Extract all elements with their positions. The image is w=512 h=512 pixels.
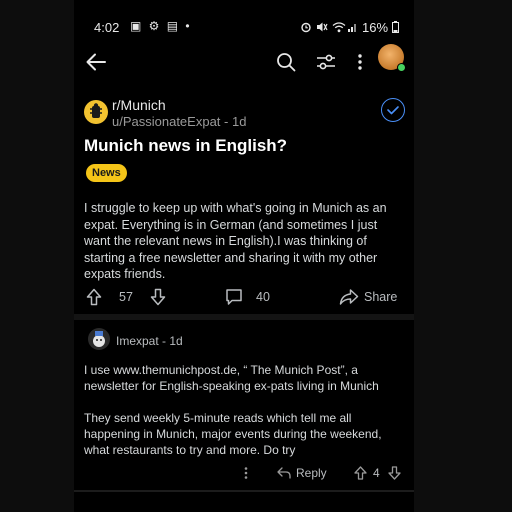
comment-meta[interactable]: Imexpat - 1d	[116, 334, 183, 348]
upvote-icon[interactable]	[84, 286, 104, 308]
comment-downvote-icon[interactable]	[386, 464, 402, 482]
share-label[interactable]: Share	[364, 290, 397, 304]
comment-paragraph-1: I use www.themunichpost.de, “ The Munich…	[84, 363, 379, 393]
battery-label: 16%	[362, 20, 389, 35]
signal-icon	[348, 21, 358, 33]
downvote-icon[interactable]	[148, 286, 168, 308]
joined-check-icon[interactable]	[381, 98, 405, 122]
more-options-icon[interactable]	[350, 50, 370, 74]
comment-more-icon[interactable]	[240, 464, 252, 482]
comment: Imexpat - 1d I use www.themunichpost.de,…	[74, 324, 414, 512]
share-icon[interactable]	[338, 286, 360, 308]
comment-body: I use www.themunichpost.de, “ The Munich…	[84, 362, 410, 458]
reply-icon[interactable]	[276, 464, 292, 482]
notification-icons: ▣ ⚙ ▤ •	[130, 19, 192, 33]
post-actions: 57 40 Share	[74, 286, 414, 310]
filter-icon[interactable]	[314, 50, 338, 74]
alarm-icon	[300, 21, 312, 33]
search-icon[interactable]	[274, 50, 298, 74]
post-flair[interactable]: News	[86, 164, 127, 182]
back-arrow-icon[interactable]	[84, 50, 108, 74]
comment-upvote-icon[interactable]	[352, 464, 368, 482]
wifi-icon	[332, 21, 346, 33]
post-title: Munich news in English?	[84, 136, 288, 155]
post-meta[interactable]: u/PassionateExpat - 1d	[112, 114, 246, 129]
post-body: I struggle to keep up with what's going …	[84, 201, 387, 281]
subreddit-icon[interactable]	[84, 100, 108, 124]
status-time: 4:02	[94, 20, 120, 35]
post-vote-count: 57	[119, 290, 133, 304]
comment-paragraph-2: They send weekly 5-minute reads which te…	[84, 411, 382, 457]
commenter-avatar[interactable]	[88, 328, 110, 350]
reply-label[interactable]: Reply	[296, 466, 327, 480]
subreddit-name[interactable]: r/Munich	[112, 97, 166, 113]
app-bar	[74, 40, 414, 86]
post: r/Munich u/PassionateExpat - 1d Munich n…	[74, 90, 414, 320]
comment-vote-count: 4	[373, 466, 380, 480]
comment-icon[interactable]	[224, 286, 244, 308]
online-status-dot	[397, 63, 406, 72]
phone-screen: 4:02 ▣ ⚙ ▤ • 16% r/Munich u/PassionateEx…	[74, 0, 414, 512]
post-divider	[74, 314, 414, 320]
post-comment-count[interactable]: 40	[256, 290, 270, 304]
mute-icon	[316, 21, 328, 33]
comment-actions: Reply 4	[74, 462, 414, 484]
comment-divider	[74, 490, 414, 492]
battery-icon	[392, 21, 399, 33]
